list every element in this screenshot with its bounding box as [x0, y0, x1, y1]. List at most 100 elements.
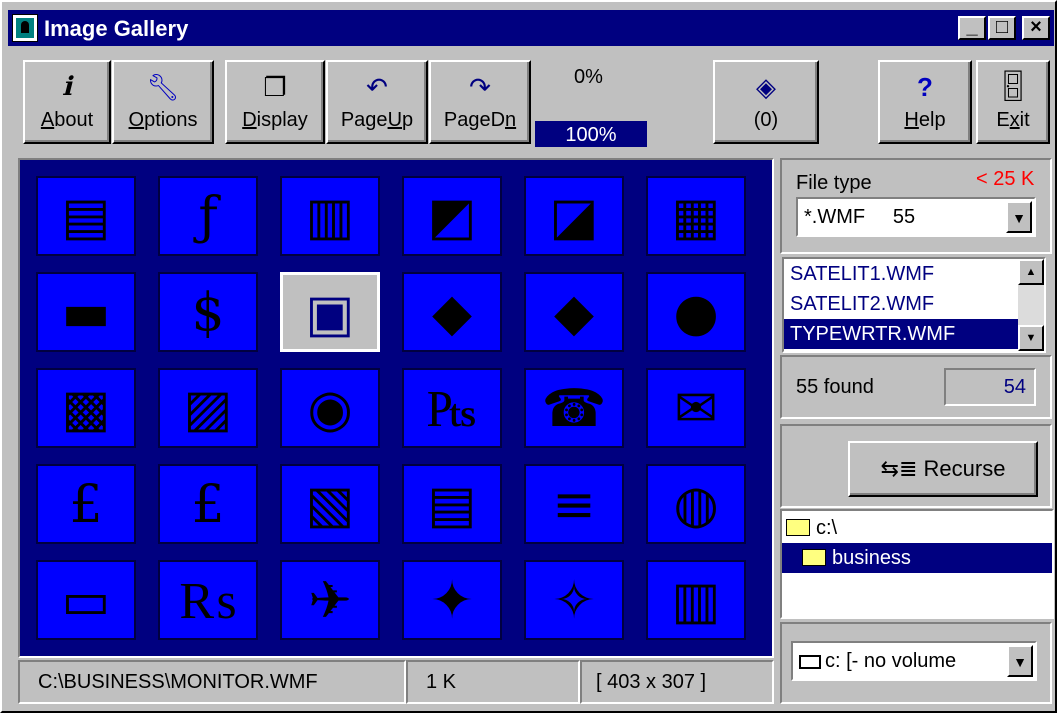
pages-icon: ❐ [263, 72, 287, 102]
directory-tree[interactable]: c:\ business [780, 509, 1054, 619]
info-icon: ℹ [62, 72, 72, 102]
gallery-tile[interactable]: ▣ [280, 272, 380, 352]
pageup-button[interactable]: ↶ PageUp [326, 60, 428, 144]
gallery-tile[interactable]: ₧ [402, 368, 502, 448]
scroll-up-icon[interactable]: ▲ [1018, 259, 1044, 285]
undo-arrow-icon: ↶ [366, 72, 388, 102]
drive-icon [799, 655, 821, 669]
satellite-icon: ✦ [430, 571, 474, 631]
desktop-computer-icon: ▨ [183, 379, 233, 439]
help-button[interactable]: ? Help [878, 60, 972, 144]
telephone-icon: ☎ [541, 379, 607, 439]
gallery-tile[interactable]: ◆ [524, 272, 624, 352]
gallery-tile[interactable]: ✦ [402, 560, 502, 640]
file-type-combo[interactable]: *.WMF 55 ▼ [796, 197, 1036, 237]
money-bag-pound-icon: £ [191, 475, 225, 535]
exit-door-icon: 🚪︎ [993, 70, 1033, 103]
window-title: Image Gallery [44, 16, 189, 41]
chevron-down-icon[interactable]: ▼ [1006, 201, 1032, 233]
redo-arrow-icon: ↷ [469, 72, 491, 102]
pagedn-label: PageDn [443, 109, 517, 131]
wrench-icon: 🔧︎ [146, 72, 180, 102]
recurse-label: Recurse [923, 456, 1006, 481]
gallery-tile[interactable]: ◪ [524, 176, 624, 256]
gallery-tile[interactable]: ▤ [36, 176, 136, 256]
gallery-tile[interactable]: ≡ [524, 464, 624, 544]
gallery-tile[interactable]: ● [646, 272, 746, 352]
gallery-tile[interactable]: ▨ [158, 368, 258, 448]
list-item[interactable]: SATELIT2.WMF [784, 289, 1044, 319]
about-label: About [40, 109, 94, 131]
about-button[interactable]: ℹ About [23, 60, 111, 144]
fax-machine-icon: ▤ [61, 187, 111, 247]
minimize-button[interactable]: _ [958, 16, 986, 40]
gallery-tile[interactable]: ◉ [280, 368, 380, 448]
app-icon[interactable] [12, 14, 38, 42]
recurse-button[interactable]: ⇆≣ Recurse [848, 441, 1038, 497]
laptop-icon: ◩ [427, 187, 477, 247]
list-item[interactable]: SATELIT1.WMF [784, 259, 1044, 289]
maximize-button[interactable]: □ [988, 16, 1016, 40]
gallery-tile[interactable]: £ [158, 464, 258, 544]
gallery-tile[interactable]: ◍ [646, 464, 746, 544]
vertical-scrollbar[interactable]: ▲ ▼ [1018, 259, 1044, 351]
book-button[interactable]: ◈ (0) [713, 60, 819, 144]
exit-button[interactable]: 🚪︎ Exit [976, 60, 1050, 144]
typewriter-icon: ▥ [671, 571, 721, 631]
rupee-icon: ₨ [179, 571, 237, 631]
title-bar[interactable]: Image Gallery _ □ × [8, 10, 1054, 46]
book-count: (0) [753, 109, 779, 131]
gallery-tile[interactable]: ▦ [646, 176, 746, 256]
list-item[interactable]: TYPEWRTR.WMF [784, 319, 1044, 349]
gallery-tile[interactable]: ☎ [524, 368, 624, 448]
pageup-label: PageUp [340, 109, 414, 131]
progress-percent-text: 0% [574, 66, 603, 88]
scroll-down-icon[interactable]: ▼ [1018, 325, 1044, 351]
pound-sign-icon: £ [69, 475, 103, 535]
server-icon: ▥ [305, 187, 355, 247]
device-box-2-icon: ◆ [554, 283, 594, 343]
gallery-tile[interactable]: ▥ [280, 176, 380, 256]
gallery-tile[interactable]: ₨ [158, 560, 258, 640]
gallery-tile[interactable]: ▤ [402, 464, 502, 544]
gallery-tile[interactable]: ▬ [36, 272, 136, 352]
gallery-tile[interactable]: ✉ [646, 368, 746, 448]
chevron-down-icon[interactable]: ▼ [1007, 645, 1033, 677]
globe-disk-icon: ◍ [673, 475, 719, 535]
florin-icon: ƒ [198, 187, 218, 247]
gallery-tile[interactable]: ◆ [402, 272, 502, 352]
gallery-tile[interactable]: ▧ [280, 464, 380, 544]
gallery-tile[interactable]: £ [36, 464, 136, 544]
help-label: Help [904, 109, 946, 131]
gallery-tile[interactable]: ▥ [646, 560, 746, 640]
options-label: Options [128, 109, 198, 131]
file-listbox[interactable]: SATELIT1.WMF SATELIT2.WMF TYPEWRTR.WMF ▲… [782, 257, 1046, 353]
display-label: Display [242, 109, 308, 131]
gallery-tile[interactable]: ▭ [36, 560, 136, 640]
gallery-tile[interactable]: $ [158, 272, 258, 352]
tree-node[interactable]: business [782, 543, 1052, 573]
gallery-tile[interactable]: ▩ [36, 368, 136, 448]
exit-label: Exit [996, 109, 1030, 131]
close-button[interactable]: × [1022, 16, 1050, 40]
gallery-tile[interactable]: ◩ [402, 176, 502, 256]
options-button[interactable]: 🔧︎ Options [112, 60, 214, 144]
thumbnail-gallery[interactable]: ▤ ƒ ▥ ◩ ◪ ▦ ▬ $ ▣ ◆ ◆ ● ▩ ▨ ◉ ₧ ☎ ✉ £ £ ▧ ▤ ≡ ◍ ▭ ₨ ✈ ✦ ✧ ▥ [18, 158, 774, 658]
scanner-icon: ▭ [61, 571, 111, 631]
money-bag-dollar-icon: $ [191, 283, 225, 343]
drive-combo[interactable]: c: [- no volume ▼ [791, 641, 1037, 681]
found-index-value: 54 [944, 368, 1036, 406]
display-button[interactable]: ❐ Display [225, 60, 325, 144]
help-icon: ? [917, 72, 933, 102]
gallery-tile[interactable]: ƒ [158, 176, 258, 256]
status-dimensions: [ 403 x 307 ] [580, 660, 774, 704]
pesetas-icon: ₧ [426, 379, 478, 439]
gallery-tile[interactable]: ✈ [280, 560, 380, 640]
tree-node[interactable]: c:\ [782, 513, 1052, 543]
file-type-label: File type [796, 172, 872, 194]
gallery-tile[interactable]: ✧ [524, 560, 624, 640]
pagedn-button[interactable]: ↷ PageDn [429, 60, 531, 144]
satellite-dish-icon: ✈ [308, 571, 352, 631]
drive-value: c: [- no volume [825, 650, 957, 672]
notebook-computer-icon: ◪ [549, 187, 599, 247]
